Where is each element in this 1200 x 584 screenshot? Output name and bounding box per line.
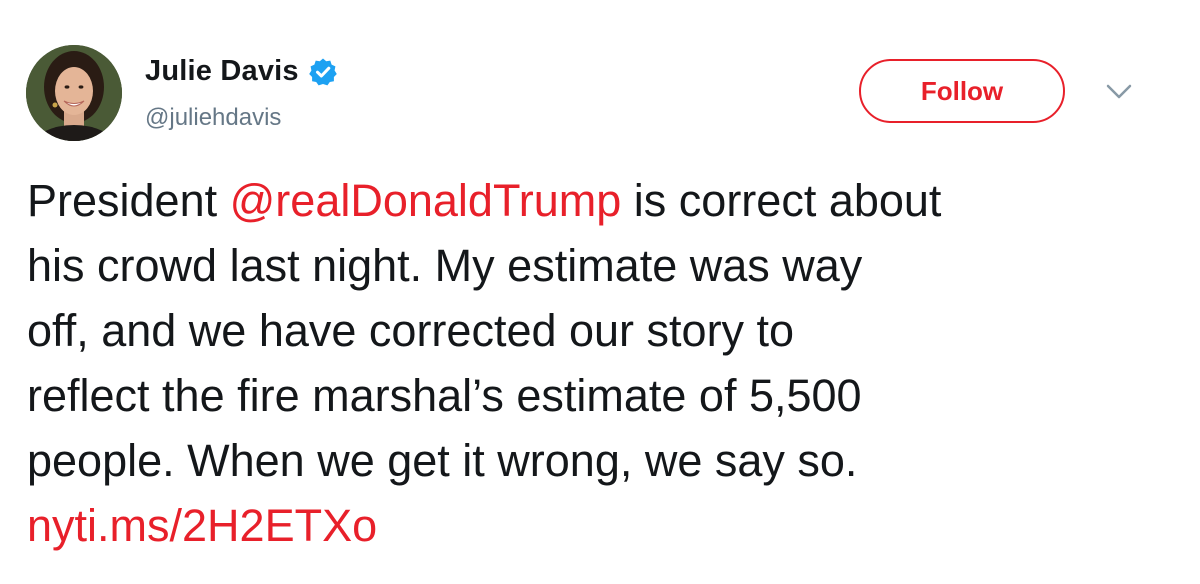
tweet-line: off, and we have corrected our story to [27,305,795,356]
tweet-line: President @realDonaldTrump is correct ab… [27,168,1177,233]
chevron-down-icon[interactable] [1104,80,1134,104]
avatar[interactable] [26,45,122,141]
mention-link[interactable]: @realDonaldTrump [230,175,622,226]
display-name[interactable]: Julie Davis [145,55,299,88]
tweet-card: Julie Davis @juliehdavis Follow Presiden… [0,0,1200,584]
tweet-text-segment: is correct about [621,175,942,226]
tweet-text-segment: President [27,175,230,226]
tweet-line: nyti.ms/2H2ETXo [27,493,1177,558]
author-handle[interactable]: @juliehdavis [145,104,281,132]
tweet-line: people. When we get it wrong, we say so. [27,435,858,486]
tweet-line: his crowd last night. My estimate was wa… [27,240,863,291]
tweet-text: President @realDonaldTrump is correct ab… [27,168,1177,558]
follow-button[interactable]: Follow [859,59,1065,123]
verified-badge-icon [308,57,338,87]
url-link[interactable]: nyti.ms/2H2ETXo [27,500,377,551]
author-name-row: Julie Davis [145,55,338,88]
tweet-line: reflect the fire marshal’s estimate of 5… [27,370,862,421]
profile-photo [26,45,122,141]
